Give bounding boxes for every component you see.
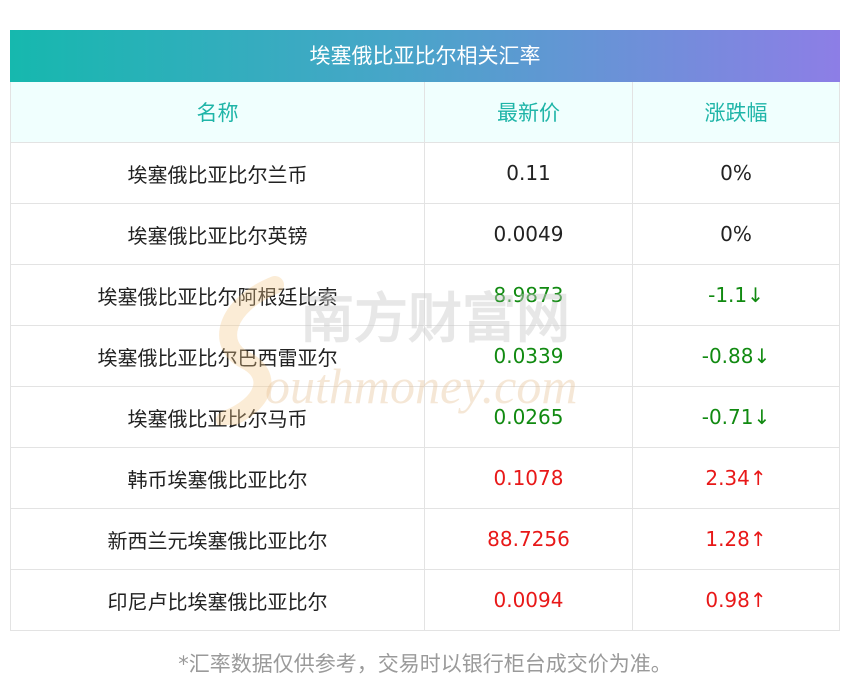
header-name: 名称 — [10, 82, 424, 142]
table-row: 埃塞俄比亚比尔马币 0.0265 -0.71↓ — [10, 387, 840, 448]
row-name: 韩币埃塞俄比亚比尔 — [10, 448, 424, 508]
table-row: 埃塞俄比亚比尔英镑 0.0049 0% — [10, 204, 840, 265]
row-name: 埃塞俄比亚比尔马币 — [10, 387, 424, 447]
row-change: -0.88↓ — [632, 326, 840, 386]
row-change: 0.98↑ — [632, 570, 840, 630]
row-price: 0.0094 — [424, 570, 632, 630]
row-change: -1.1↓ — [632, 265, 840, 325]
row-change: 0% — [632, 204, 840, 264]
table-header-row: 名称 最新价 涨跌幅 — [10, 82, 840, 143]
row-name: 印尼卢比埃塞俄比亚比尔 — [10, 570, 424, 630]
row-price: 0.0049 — [424, 204, 632, 264]
row-name: 埃塞俄比亚比尔英镑 — [10, 204, 424, 264]
row-change: 2.34↑ — [632, 448, 840, 508]
rates-table: 埃塞俄比亚比尔相关汇率 名称 最新价 涨跌幅 埃塞俄比亚比尔兰币 0.11 0%… — [10, 30, 840, 631]
row-name: 新西兰元埃塞俄比亚比尔 — [10, 509, 424, 569]
table-row: 新西兰元埃塞俄比亚比尔 88.7256 1.28↑ — [10, 509, 840, 570]
row-price: 0.11 — [424, 143, 632, 203]
header-price: 最新价 — [424, 82, 632, 142]
row-price: 0.1078 — [424, 448, 632, 508]
header-change: 涨跌幅 — [632, 82, 840, 142]
row-price: 0.0265 — [424, 387, 632, 447]
table-row: 韩币埃塞俄比亚比尔 0.1078 2.34↑ — [10, 448, 840, 509]
table-row: 印尼卢比埃塞俄比亚比尔 0.0094 0.98↑ — [10, 570, 840, 631]
row-name: 埃塞俄比亚比尔阿根廷比索 — [10, 265, 424, 325]
table-title: 埃塞俄比亚比尔相关汇率 — [10, 30, 840, 82]
table-body: 埃塞俄比亚比尔兰币 0.11 0% 埃塞俄比亚比尔英镑 0.0049 0% 埃塞… — [10, 143, 840, 631]
row-change: -0.71↓ — [632, 387, 840, 447]
row-price: 88.7256 — [424, 509, 632, 569]
table-row: 埃塞俄比亚比尔阿根廷比索 8.9873 -1.1↓ — [10, 265, 840, 326]
row-name: 埃塞俄比亚比尔巴西雷亚尔 — [10, 326, 424, 386]
row-change: 1.28↑ — [632, 509, 840, 569]
row-price: 0.0339 — [424, 326, 632, 386]
disclaimer-footnote: *汇率数据仅供参考，交易时以银行柜台成交价为准。 — [178, 652, 672, 676]
row-price: 8.9873 — [424, 265, 632, 325]
page: 埃塞俄比亚比尔相关汇率 名称 最新价 涨跌幅 埃塞俄比亚比尔兰币 0.11 0%… — [0, 0, 850, 697]
table-row: 埃塞俄比亚比尔兰币 0.11 0% — [10, 143, 840, 204]
table-row: 埃塞俄比亚比尔巴西雷亚尔 0.0339 -0.88↓ — [10, 326, 840, 387]
row-name: 埃塞俄比亚比尔兰币 — [10, 143, 424, 203]
row-change: 0% — [632, 143, 840, 203]
